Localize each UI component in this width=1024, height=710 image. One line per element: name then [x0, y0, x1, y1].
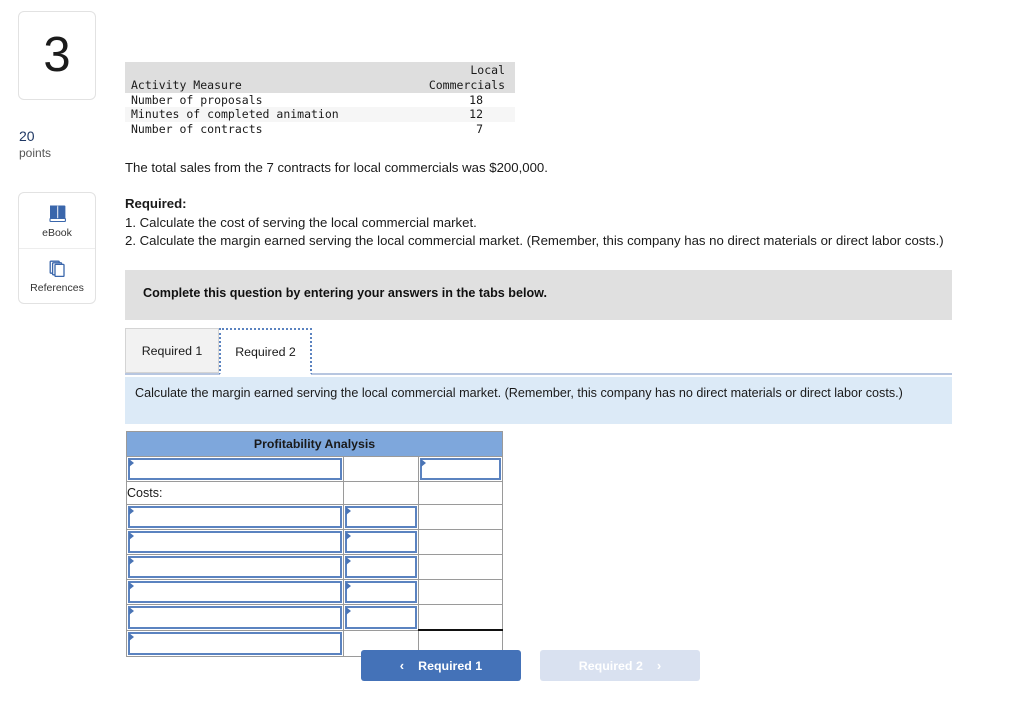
question-prompt-text: Calculate the margin earned serving the …: [135, 386, 903, 400]
pa-title-row: Profitability Analysis: [125, 431, 504, 457]
data-table-header-blank: [125, 62, 400, 78]
pages-stack-icon: [47, 258, 68, 280]
pa-r4-col3: [417, 529, 504, 555]
left-rail: 3 20 points eBook References: [0, 0, 118, 710]
instruction-banner-text: Complete this question by entering your …: [143, 286, 547, 300]
tools-panel: eBook References: [18, 192, 96, 304]
book-icon: [47, 203, 68, 225]
main-content: Local Activity Measure Commercials Numbe…: [125, 0, 1024, 710]
profitability-analysis-title: Profitability Analysis: [125, 431, 504, 457]
row-label: Number of proposals: [131, 92, 263, 107]
dropdown-marker-icon: [129, 507, 134, 515]
question-number: 3: [43, 28, 71, 82]
pa-r5-label-input[interactable]: [126, 554, 344, 580]
pa-r4-col2-input[interactable]: [343, 529, 419, 555]
pa-r6-col2-input[interactable]: [343, 579, 419, 605]
tab-strip: Required 1 Required 2: [125, 328, 952, 375]
pa-r2-col2: [343, 481, 419, 505]
question-number-card: 3: [18, 11, 96, 100]
dropdown-marker-icon: [129, 532, 134, 540]
table-row: [126, 554, 504, 580]
dropdown-marker-icon: [346, 532, 351, 540]
points-value: 20: [19, 128, 35, 144]
data-table-header-col2-line1: Local: [399, 62, 515, 78]
dropdown-marker-icon: [346, 607, 351, 615]
row-value: 7: [476, 121, 483, 136]
data-table-header-col2-line2: Commercials: [399, 78, 515, 93]
dropdown-marker-icon: [129, 632, 134, 641]
pa-r6-label-input[interactable]: [126, 579, 344, 605]
total-sales-statement: The total sales from the 7 contracts for…: [125, 160, 548, 175]
tab-required-2-label: Required 2: [235, 344, 296, 359]
ebook-label: eBook: [42, 226, 72, 239]
requirement-2: 2. Calculate the margin earned serving t…: [125, 233, 944, 248]
row-value: 18: [469, 92, 483, 107]
activity-measure-table: Local Activity Measure Commercials Numbe…: [125, 62, 515, 136]
pa-r7-col2-input[interactable]: [343, 604, 419, 631]
pa-r7-col3: [417, 604, 504, 631]
pa-r2-col3: [417, 481, 504, 505]
table-row: [126, 529, 504, 555]
points-label: points: [19, 146, 52, 160]
previous-required-label: Required 1: [418, 658, 483, 673]
profitability-analysis-table: Profitability Analysis Costs:: [125, 431, 504, 657]
table-row: [126, 456, 504, 482]
table-row: [126, 604, 504, 631]
dropdown-marker-icon: [346, 557, 351, 565]
dropdown-marker-icon: [129, 557, 134, 565]
pa-r3-label-input[interactable]: [126, 504, 344, 530]
required-heading: Required:: [125, 196, 187, 211]
table-row: [126, 504, 504, 530]
references-label: References: [30, 282, 84, 295]
pa-r6-col3: [417, 579, 504, 605]
tab-required-2[interactable]: Required 2: [219, 328, 312, 375]
dropdown-marker-icon: [346, 507, 351, 515]
table-row: [126, 579, 504, 605]
previous-required-button[interactable]: ‹ Required 1: [361, 650, 521, 681]
question-prompt-panel: Calculate the margin earned serving the …: [125, 377, 952, 424]
references-button[interactable]: References: [19, 248, 95, 303]
row-label: Number of contracts: [131, 121, 263, 136]
chevron-right-icon: ›: [656, 658, 662, 673]
pa-r1-col2: [343, 456, 419, 482]
dropdown-marker-icon: [346, 582, 351, 590]
row-value: 12: [399, 107, 515, 122]
pa-costs-label: Costs:: [126, 481, 344, 505]
table-row: Costs:: [126, 481, 504, 505]
table-row: Number of proposals 18: [125, 93, 515, 108]
dropdown-marker-icon: [129, 607, 134, 615]
dropdown-marker-icon: [129, 459, 134, 467]
pa-r1-label-input[interactable]: [126, 456, 344, 482]
pa-r3-col2-input[interactable]: [343, 504, 419, 530]
instruction-banner: Complete this question by entering your …: [125, 270, 952, 320]
tab-required-1[interactable]: Required 1: [125, 328, 219, 373]
pa-r3-col3: [417, 504, 504, 530]
dropdown-marker-icon: [421, 459, 426, 467]
pa-r7-label-input[interactable]: [126, 604, 344, 631]
chevron-left-icon: ‹: [399, 658, 405, 673]
pa-r1-col3-input[interactable]: [417, 456, 504, 482]
next-required-label: Required 2: [578, 658, 643, 673]
navigation-buttons: ‹ Required 1 Required 2 ›: [125, 650, 952, 682]
dropdown-marker-icon: [129, 582, 134, 590]
requirement-1: 1. Calculate the cost of serving the loc…: [125, 215, 477, 230]
tab-required-1-label: Required 1: [141, 343, 203, 358]
data-table-header-row-1: Local: [125, 62, 515, 78]
pa-r4-label-input[interactable]: [126, 529, 344, 555]
pa-r5-col3: [417, 554, 504, 580]
ebook-button[interactable]: eBook: [19, 193, 95, 248]
row-label: Minutes of completed animation: [125, 107, 400, 122]
pa-r5-col2-input[interactable]: [343, 554, 419, 580]
table-row: Number of contracts 7: [125, 122, 515, 137]
data-table-header-row-2: Activity Measure Commercials: [125, 78, 515, 93]
data-table-subheader-label: Activity Measure: [125, 78, 400, 93]
table-row: Minutes of completed animation 12: [125, 107, 515, 122]
next-required-button: Required 2 ›: [540, 650, 700, 681]
